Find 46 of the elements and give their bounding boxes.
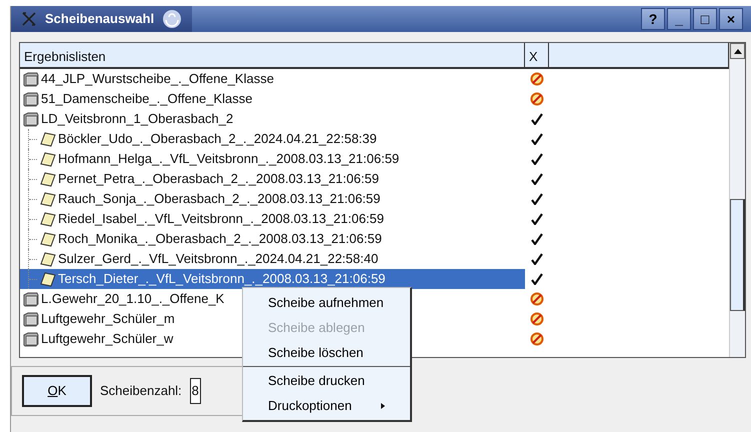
folder-icon — [23, 111, 39, 127]
window-title: Scheibenauswahl — [45, 10, 154, 28]
up-arrow-icon — [734, 48, 742, 54]
menu-item[interactable]: Scheibe aufnehmen — [243, 290, 410, 315]
sheet-icon — [40, 231, 56, 247]
sheet-icon — [40, 171, 56, 187]
sheet-icon — [40, 251, 56, 267]
sheet-icon — [40, 191, 56, 207]
tree-item[interactable]: 51_Damenscheibe_._Offene_Klasse — [20, 89, 253, 109]
menu-item[interactable]: Scheibe löschen — [243, 340, 410, 365]
tree-item[interactable]: Luftgewehr_Schüler_w — [20, 329, 174, 349]
folder-icon — [23, 291, 39, 307]
folder-icon — [23, 311, 39, 327]
title-bar-button[interactable]: _ — [667, 8, 691, 30]
scrollbar-thumb[interactable] — [730, 199, 745, 311]
sheet-icon — [40, 211, 56, 227]
sheet-icon — [40, 271, 56, 287]
menu-item[interactable]: Scheibe drucken — [243, 368, 410, 393]
tree-item[interactable]: LD_Veitsbronn_1_Oberasbach_2 — [20, 109, 234, 129]
sheet-icon — [40, 131, 56, 147]
scroll-up-button[interactable] — [730, 43, 745, 59]
window-menu-icon[interactable] — [21, 11, 37, 27]
tree-item[interactable]: Roch_Monika_._Oberasbach_2_._2008.03.13_21:06:59 — [20, 229, 382, 249]
tree-item[interactable]: 44_JLP_Wurstscheibe_._Offene_Klasse — [20, 69, 274, 89]
tree-item[interactable]: L.Gewehr_20_1.10_._Offene_K — [20, 289, 224, 309]
folder-icon — [23, 91, 39, 107]
folder-icon — [23, 71, 39, 87]
tree-item[interactable]: Böckler_Udo_._Oberasbach_2_._2024.04.21_22:58:39 — [20, 129, 377, 149]
column-header[interactable]: X — [525, 43, 549, 67]
tree-item[interactable]: Hofmann_Helga_._VfL_Veitsbronn_._2008.03.13_21:06:59 — [20, 149, 400, 169]
column-header[interactable]: Ergebnislisten — [20, 43, 525, 67]
sheet-icon — [40, 151, 56, 167]
count-label: Scheibenzahl: — [100, 382, 182, 400]
folder-icon — [23, 331, 39, 347]
title-bar-button[interactable]: □ — [693, 8, 717, 30]
tree-item[interactable]: Tersch_Dieter_._VfL_Veitsbronn_._2008.03.13_21:06:59 — [20, 269, 525, 289]
swirl-icon — [162, 9, 182, 29]
title-bar-button[interactable]: ? — [641, 8, 665, 30]
count-field: 8 — [190, 378, 201, 404]
menu-item[interactable]: Druckoptionen — [243, 393, 410, 418]
title-bar-button[interactable]: × — [719, 8, 743, 30]
tree-item[interactable]: Rauch_Sonja_._Oberasbach_2_._2008.03.13_21:06:59 — [20, 189, 380, 209]
tree-item[interactable]: Luftgewehr_Schüler_m — [20, 309, 175, 329]
ok-button[interactable]: OK — [22, 375, 92, 407]
tree-item[interactable]: Pernet_Petra_._Oberasbach_2_._2008.03.13_21:06:59 — [20, 169, 379, 189]
tree-item[interactable]: Riedel_Isabel_._VfL_Veitsbronn_._2008.03.13_21:06:59 — [20, 209, 384, 229]
